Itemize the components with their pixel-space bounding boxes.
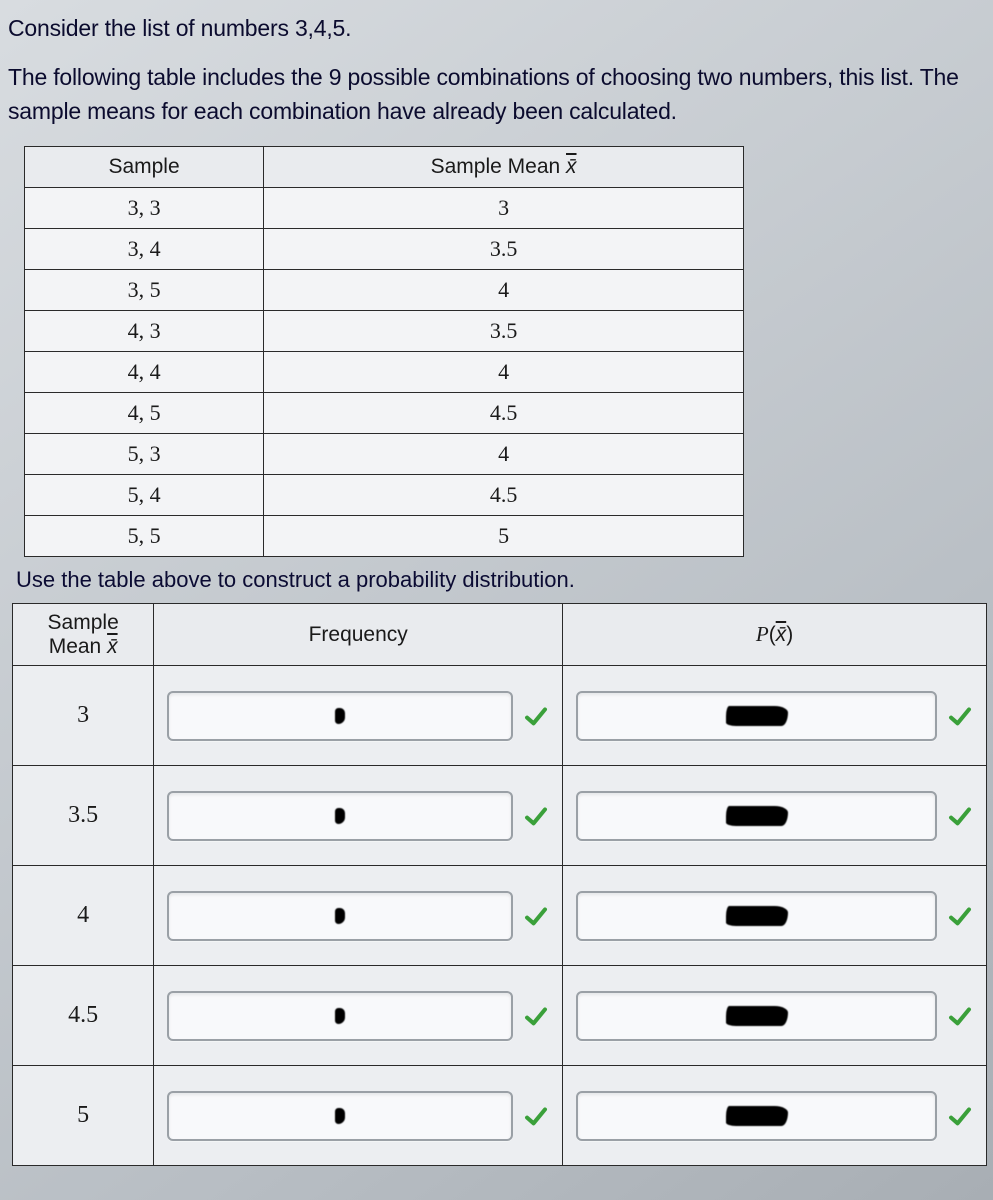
check-icon xyxy=(947,1003,973,1029)
check-icon xyxy=(947,703,973,729)
col-header-p-xbar: P(x̄) xyxy=(563,604,987,666)
frequency-input[interactable] xyxy=(167,991,513,1041)
frequency-input[interactable] xyxy=(167,891,513,941)
probability-input[interactable] xyxy=(576,1091,937,1141)
frequency-input[interactable] xyxy=(167,691,513,741)
redacted-answer xyxy=(726,1106,788,1126)
redacted-answer xyxy=(726,1006,788,1026)
table-row: 3, 54 xyxy=(25,270,744,311)
probability-input[interactable] xyxy=(576,891,937,941)
table-row: 5 xyxy=(13,1066,987,1166)
intro-line-2: The following table includes the 9 possi… xyxy=(8,61,985,128)
check-icon xyxy=(523,703,549,729)
col-header-frequency: Frequency xyxy=(154,604,563,666)
table-row: 4.5 xyxy=(13,966,987,1066)
instruction-text: Use the table above to construct a proba… xyxy=(16,567,985,593)
probability-input[interactable] xyxy=(576,991,937,1041)
table-row: 4, 44 xyxy=(25,352,744,393)
col-header-sample-mean: Sample Mean x̄ xyxy=(13,604,154,666)
probability-input[interactable] xyxy=(576,791,937,841)
redacted-answer xyxy=(726,906,788,926)
col-header-sample-mean: Sample Mean x̄ xyxy=(264,147,744,188)
check-icon xyxy=(523,1103,549,1129)
table-row: 4, 54.5 xyxy=(25,393,744,434)
mean-cell: 5 xyxy=(13,1066,154,1166)
probability-distribution-table: Sample Mean x̄ Frequency P(x̄) 3 xyxy=(12,603,987,1166)
table-row: 3, 33 xyxy=(25,188,744,229)
table-row: 4 xyxy=(13,866,987,966)
redacted-answer xyxy=(335,908,345,924)
check-icon xyxy=(947,803,973,829)
redacted-answer xyxy=(726,806,788,826)
intro-text: Consider the list of numbers 3,4,5. The … xyxy=(8,12,985,128)
check-icon xyxy=(947,903,973,929)
table-row: 5, 55 xyxy=(25,516,744,557)
table-row: 5, 44.5 xyxy=(25,475,744,516)
check-icon xyxy=(523,903,549,929)
check-icon xyxy=(947,1103,973,1129)
redacted-answer xyxy=(726,706,788,726)
sample-mean-table: Sample Sample Mean x̄ 3, 33 3, 43.5 3, 5… xyxy=(24,146,744,557)
mean-cell: 3.5 xyxy=(13,766,154,866)
check-icon xyxy=(523,1003,549,1029)
intro-line-1: Consider the list of numbers 3,4,5. xyxy=(8,12,985,45)
redacted-answer xyxy=(335,1008,345,1024)
table-row: 3 xyxy=(13,666,987,766)
redacted-answer xyxy=(335,708,345,724)
table-row: 3, 43.5 xyxy=(25,229,744,270)
redacted-answer xyxy=(335,1108,345,1124)
table-row: 4, 33.5 xyxy=(25,311,744,352)
mean-cell: 4.5 xyxy=(13,966,154,1066)
check-icon xyxy=(523,803,549,829)
col-header-sample: Sample xyxy=(25,147,264,188)
table-row: 3.5 xyxy=(13,766,987,866)
mean-cell: 3 xyxy=(13,666,154,766)
probability-input[interactable] xyxy=(576,691,937,741)
table-row: 5, 34 xyxy=(25,434,744,475)
frequency-input[interactable] xyxy=(167,791,513,841)
mean-cell: 4 xyxy=(13,866,154,966)
redacted-answer xyxy=(335,808,345,824)
frequency-input[interactable] xyxy=(167,1091,513,1141)
